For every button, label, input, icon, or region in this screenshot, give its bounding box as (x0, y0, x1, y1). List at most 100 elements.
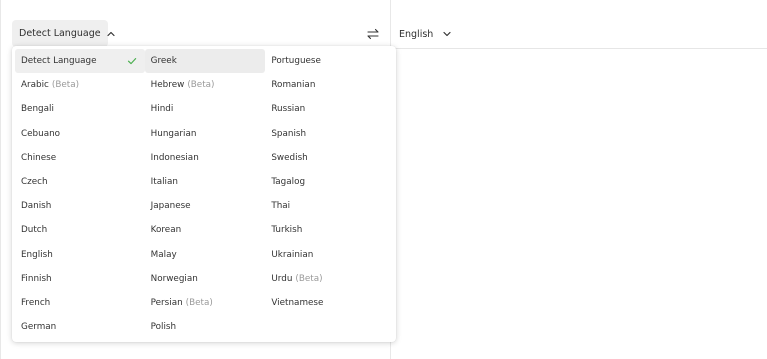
language-option-text: Hebrew (Beta) (151, 80, 215, 90)
source-language-selector[interactable]: Detect Language (12, 20, 115, 47)
language-column-3: Portuguese Romanian Russian Spanish Swedish T… (265, 49, 393, 342)
language-name: Japanese (150, 201, 191, 212)
language-option[interactable]: Greek (144, 49, 266, 74)
language-option[interactable]: Hebrew (Beta) (145, 73, 266, 97)
language-option[interactable]: Thai (265, 194, 393, 218)
language-option-text: Finnish (21, 274, 52, 284)
language-name: Dutch (21, 225, 48, 236)
beta-tag: (Beta) (295, 273, 323, 284)
language-option[interactable]: Hindi (145, 97, 266, 121)
language-option-text: Turkish (271, 225, 302, 235)
language-option[interactable]: Italian (145, 170, 266, 194)
target-pane (390, 0, 767, 359)
language-option-text: Russian (271, 104, 305, 114)
language-name: Hungarian (150, 128, 197, 139)
language-option-text: Ukrainian (271, 250, 313, 260)
check-icon (127, 56, 137, 66)
chevron-up-icon (106, 30, 115, 38)
language-option-text: Italian (151, 177, 178, 187)
language-option[interactable]: German (15, 315, 145, 339)
language-option-text: German (21, 322, 56, 332)
language-option[interactable]: Spanish (265, 122, 393, 146)
language-column-2: Greek Hebrew (Beta) Hindi Hungarian Indonesia… (144, 49, 266, 342)
beta-tag: (Beta) (187, 80, 215, 91)
language-option-text: Malay (151, 250, 177, 260)
language-option[interactable]: Danish (15, 194, 145, 218)
language-name: Korean (150, 225, 182, 236)
language-name: Ukrainian (271, 249, 314, 260)
language-option[interactable]: Indonesian (145, 146, 266, 170)
language-name: Chinese (21, 152, 57, 163)
language-option[interactable]: Russian (265, 97, 393, 121)
language-name: Turkish (271, 225, 303, 236)
language-option[interactable]: French (15, 291, 145, 315)
language-option[interactable]: Vietnamese (265, 291, 393, 315)
language-name: Thai (271, 201, 291, 212)
language-option-text: Cebuano (21, 129, 60, 139)
language-name: Portuguese (271, 56, 321, 67)
language-option-text: Chinese (21, 153, 56, 163)
language-name: Spanish (271, 128, 307, 139)
language-option[interactable]: Swedish (265, 146, 393, 170)
language-name: Italian (150, 177, 178, 188)
language-name: Finnish (21, 273, 52, 284)
language-option[interactable]: Ukrainian (265, 243, 393, 267)
language-option-text: Polish (151, 322, 176, 332)
language-name: Indonesian (150, 152, 199, 163)
language-option-text: Urdu (Beta) (271, 274, 322, 284)
language-option-text: Tagalog (271, 177, 305, 187)
language-option[interactable]: Romanian (265, 73, 393, 97)
language-option-text: Indonesian (151, 153, 199, 163)
language-option[interactable]: Chinese (15, 146, 145, 170)
language-option-text: Dutch (21, 225, 47, 235)
language-name: Czech (21, 177, 48, 188)
swap-arrows-icon (366, 25, 380, 44)
language-name: Persian (150, 297, 183, 308)
language-option[interactable]: Detect Language (15, 49, 145, 74)
language-name: Hindi (150, 104, 174, 115)
language-name: Bengali (21, 104, 54, 115)
language-name: Hebrew (150, 80, 185, 91)
language-name: French (21, 297, 51, 308)
language-option-text: Detect Language (21, 56, 97, 66)
language-option[interactable]: English (15, 243, 145, 267)
language-option-text: Czech (21, 177, 48, 187)
language-name: Russian (271, 104, 306, 115)
language-option-text: Arabic (Beta) (21, 80, 79, 90)
language-option[interactable]: Hungarian (145, 122, 266, 146)
language-name: Norwegian (150, 273, 198, 284)
language-name: Romanian (271, 80, 316, 91)
language-option[interactable]: Arabic (Beta) (15, 73, 145, 97)
language-option[interactable]: Cebuano (15, 122, 145, 146)
language-option[interactable]: Tagalog (265, 170, 393, 194)
language-option-text: Vietnamese (271, 298, 323, 308)
target-header-divider (390, 48, 767, 49)
target-language-label: English (399, 28, 434, 40)
language-name: Detect Language (21, 56, 97, 67)
language-option[interactable]: Malay (145, 243, 266, 267)
language-option-text: Danish (21, 201, 51, 211)
language-name: Tagalog (271, 177, 306, 188)
language-option[interactable]: Japanese (145, 194, 266, 218)
language-option[interactable]: Czech (15, 170, 145, 194)
language-option-text: Portuguese (271, 56, 321, 66)
language-name: English (21, 249, 53, 260)
language-option[interactable]: Korean (145, 218, 266, 242)
language-option[interactable]: Bengali (15, 97, 145, 121)
language-option[interactable]: Finnish (15, 267, 145, 291)
language-option[interactable]: Persian (Beta) (145, 291, 266, 315)
swap-languages-button[interactable] (364, 26, 382, 42)
language-option[interactable]: Dutch (15, 218, 145, 242)
language-option[interactable]: Norwegian (145, 267, 266, 291)
language-option[interactable]: Polish (145, 315, 266, 339)
language-option[interactable]: Turkish (265, 218, 393, 242)
target-language-selector[interactable]: English (399, 24, 451, 44)
language-option-text: Japanese (151, 201, 191, 211)
language-name: Greek (150, 56, 177, 67)
source-language-dropdown: Detect Language Arabic (Beta) Bengali Cebuan… (12, 46, 396, 342)
language-option-text: Persian (Beta) (151, 298, 213, 308)
language-option[interactable]: Portuguese (265, 49, 393, 73)
language-option[interactable]: Urdu (Beta) (265, 267, 393, 291)
language-name: Swedish (271, 152, 308, 163)
language-name: Vietnamese (271, 297, 324, 308)
